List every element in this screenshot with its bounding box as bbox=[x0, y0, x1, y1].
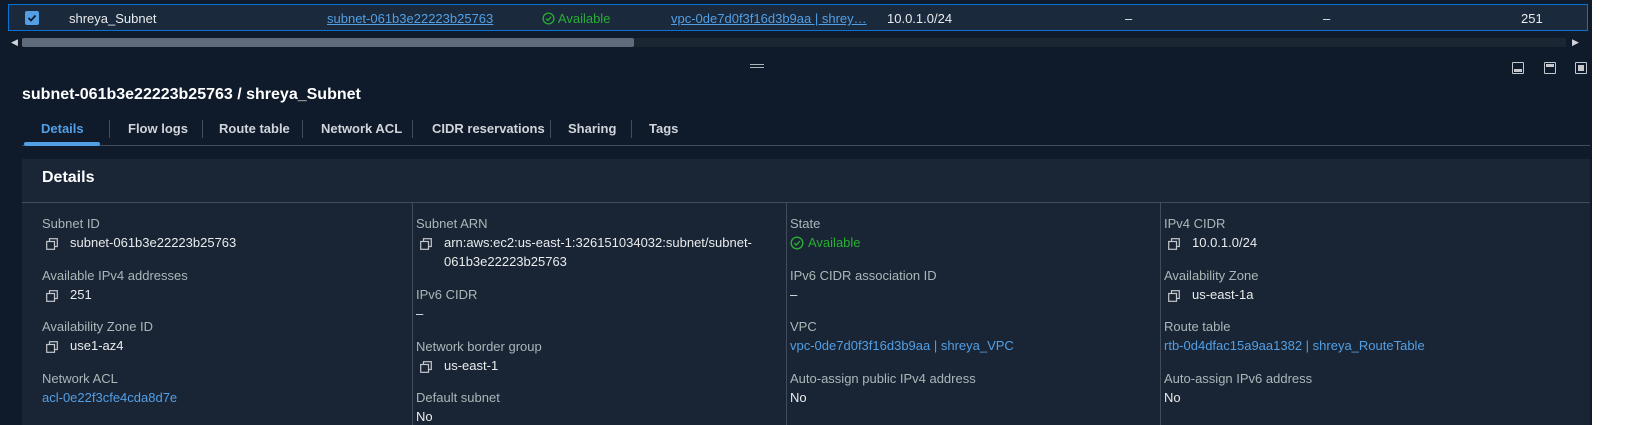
drag-handle-icon[interactable] bbox=[750, 64, 764, 68]
scrollbar-thumb[interactable] bbox=[22, 38, 634, 47]
row-name: shreya_Subnet bbox=[69, 11, 157, 26]
horizontal-scrollbar[interactable]: ◀ ▶ ▼ bbox=[8, 35, 1601, 49]
ipv4-cidr-label: IPv4 CIDR bbox=[1164, 216, 1226, 231]
az-label: Availability Zone bbox=[1164, 268, 1259, 283]
border-group-label: Network border group bbox=[416, 339, 542, 354]
row-ipv6-cidr: – bbox=[1125, 11, 1133, 26]
tab-divider bbox=[202, 120, 203, 138]
copy-icon[interactable] bbox=[46, 341, 58, 353]
tab-details[interactable]: Details bbox=[41, 121, 84, 136]
tab-cidr-reservations[interactable]: CIDR reservations bbox=[432, 121, 545, 136]
ipv6-assoc-value: – bbox=[790, 287, 798, 302]
panel-maximize-icon[interactable] bbox=[1575, 62, 1587, 74]
state-value: Available bbox=[808, 235, 861, 250]
tab-network-acl[interactable]: Network ACL bbox=[321, 121, 402, 136]
vpc-link[interactable]: vpc-0de7d0f3f16d3b9aa | shreya_VPC bbox=[790, 338, 1014, 353]
details-card: Details Subnet ID subnet-061b3e22223b257… bbox=[22, 159, 1590, 425]
copy-icon[interactable] bbox=[1168, 290, 1180, 302]
ec2-subnet-console: shreya_Subnet subnet-061b3e22223b25763 A… bbox=[0, 0, 1640, 425]
tab-divider bbox=[550, 120, 551, 138]
ipv6-assoc-label: IPv6 CIDR association ID bbox=[790, 268, 937, 283]
tab-divider bbox=[109, 120, 110, 138]
scroll-left-icon[interactable]: ◀ bbox=[11, 37, 18, 48]
details-column-2: Subnet ARN arn:aws:ec2:us-east-1:3261510… bbox=[396, 203, 786, 425]
details-card-header: Details bbox=[22, 159, 1590, 203]
subnet-id-label: Subnet ID bbox=[42, 216, 100, 231]
row-ipv4-cidr: 10.0.1.0/24 bbox=[887, 11, 953, 26]
check-icon bbox=[27, 14, 37, 22]
copy-icon[interactable] bbox=[1168, 238, 1180, 250]
tab-sharing[interactable]: Sharing bbox=[568, 121, 616, 136]
active-tab-indicator bbox=[24, 142, 100, 146]
copy-icon[interactable] bbox=[420, 361, 432, 373]
copy-icon[interactable] bbox=[46, 290, 58, 302]
subnet-arn-label: Subnet ARN bbox=[416, 216, 488, 231]
ipv4-cidr-value: 10.0.1.0/24 bbox=[1192, 235, 1258, 250]
auto-ipv4-value: No bbox=[790, 390, 807, 405]
default-subnet-label: Default subnet bbox=[416, 390, 500, 405]
row-ipv6-assoc: – bbox=[1323, 11, 1331, 26]
tab-divider bbox=[302, 120, 303, 138]
tab-flow-logs[interactable]: Flow logs bbox=[128, 121, 188, 136]
copy-icon[interactable] bbox=[46, 238, 58, 250]
subnet-arn-value-line2: 061b3e22223b25763 bbox=[444, 254, 567, 269]
check-circle-icon bbox=[542, 12, 555, 25]
subnets-table: shreya_Subnet subnet-061b3e22223b25763 A… bbox=[0, 0, 1601, 52]
row-available-ips: 251 bbox=[1521, 11, 1543, 26]
ipv6-cidr-label: IPv6 CIDR bbox=[416, 287, 478, 302]
details-column-1: Subnet ID subnet-061b3e22223b25763 Avail… bbox=[22, 203, 412, 425]
panel-title: subnet-061b3e22223b25763 / shreya_Subnet bbox=[22, 86, 361, 103]
details-column-4: IPv4 CIDR 10.0.1.0/24 Availability Zone … bbox=[1144, 203, 1534, 425]
network-acl-link[interactable]: acl-0e22f3cfe4cda8d7e bbox=[42, 390, 177, 405]
network-acl-label: Network ACL bbox=[42, 371, 118, 386]
tab-divider bbox=[631, 120, 632, 138]
check-circle-icon bbox=[790, 236, 804, 250]
auto-ipv4-label: Auto-assign public IPv4 address bbox=[790, 371, 976, 386]
row-checkbox[interactable] bbox=[25, 11, 39, 25]
row-state: Available bbox=[542, 11, 610, 26]
table-row-selected[interactable]: shreya_Subnet subnet-061b3e22223b25763 A… bbox=[8, 4, 1588, 31]
az-value: us-east-1a bbox=[1192, 287, 1254, 302]
route-table-label: Route table bbox=[1164, 319, 1231, 334]
panel-side-icon[interactable] bbox=[1544, 62, 1556, 74]
subnet-id-value: subnet-061b3e22223b25763 bbox=[70, 235, 237, 250]
ipv6-cidr-value: – bbox=[416, 306, 424, 321]
default-subnet-value: No bbox=[416, 409, 433, 424]
auto-ipv6-value: No bbox=[1164, 390, 1181, 405]
state-label: State bbox=[790, 216, 821, 231]
tab-tags[interactable]: Tags bbox=[649, 121, 678, 136]
tab-list: Details Flow logs Route table Network AC… bbox=[22, 114, 1590, 146]
vpc-label: VPC bbox=[790, 319, 817, 334]
tab-route-table[interactable]: Route table bbox=[219, 121, 290, 136]
tab-divider bbox=[412, 120, 413, 138]
auto-ipv6-label: Auto-assign IPv6 address bbox=[1164, 371, 1313, 386]
split-panel: subnet-061b3e22223b25763 / shreya_Subnet… bbox=[8, 55, 1590, 425]
border-group-value: us-east-1 bbox=[444, 358, 499, 373]
row-state-label: Available bbox=[557, 11, 611, 26]
route-table-link[interactable]: rtb-0d4dfac15a9aa1382 | shreya_RouteTabl… bbox=[1164, 338, 1425, 353]
scroll-right-icon[interactable]: ▶ bbox=[1572, 37, 1579, 48]
row-subnet-id-link[interactable]: subnet-061b3e22223b25763 bbox=[327, 11, 493, 26]
available-ipv4-label: Available IPv4 addresses bbox=[42, 268, 188, 283]
row-vpc-link[interactable]: vpc-0de7d0f3f16d3b9aa | shrey… bbox=[671, 11, 867, 26]
page-edge bbox=[1592, 0, 1640, 425]
az-id-value: use1-az4 bbox=[70, 338, 124, 353]
subnet-arn-value-line1: arn:aws:ec2:us-east-1:326151034032:subne… bbox=[444, 235, 752, 250]
details-heading: Details bbox=[42, 169, 95, 186]
copy-icon[interactable] bbox=[420, 238, 432, 250]
available-ipv4-value: 251 bbox=[70, 287, 92, 302]
az-id-label: Availability Zone ID bbox=[42, 319, 154, 334]
details-column-3: State Available IPv6 CIDR association ID… bbox=[770, 203, 1160, 425]
panel-bottom-icon[interactable] bbox=[1512, 62, 1524, 74]
